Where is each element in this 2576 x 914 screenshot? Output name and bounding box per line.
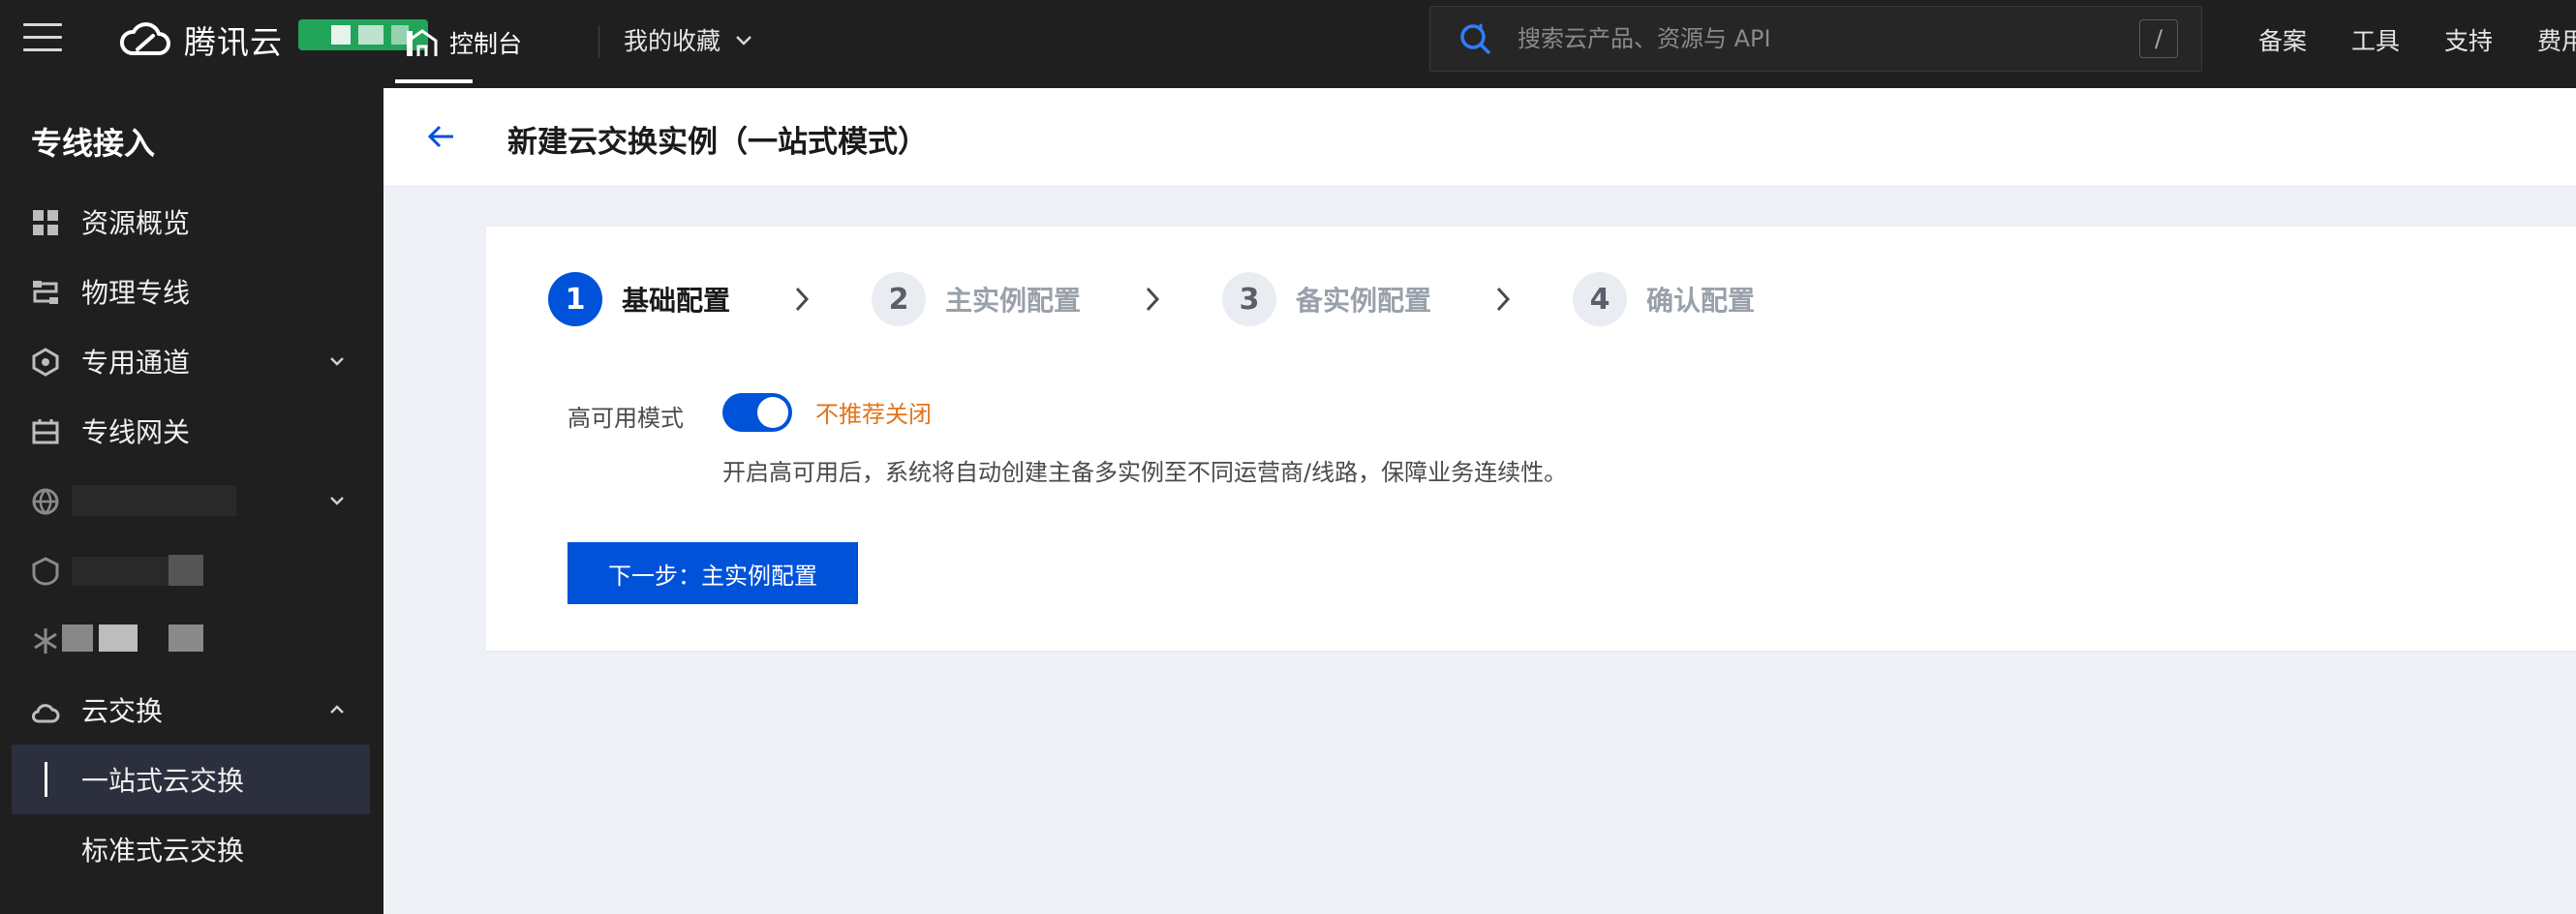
sidebar-item-hidden-1[interactable] xyxy=(12,466,370,535)
tencent-cloud-logo[interactable]: 腾讯云 xyxy=(118,17,283,62)
redacted-label xyxy=(169,625,203,652)
snowflake-icon xyxy=(34,628,57,654)
network-icon xyxy=(33,281,58,304)
sidebar-item-dedicated-tunnel[interactable]: 专用通道 xyxy=(12,326,370,396)
favorites-dropdown[interactable]: 我的收藏 xyxy=(624,0,753,79)
sidebar-item-label: 一站式云交换 xyxy=(81,765,245,797)
sidebar-item-cloud-exchange[interactable]: 云交换 xyxy=(12,675,370,745)
nav-divider xyxy=(598,25,599,58)
form-card: 1 基础配置 2 主实例配置 3 备实例配置 4 确认配置 高可用模式 不推荐关… xyxy=(486,227,2576,651)
sidebar: 专线接入 资源概览 物理专线 专用通道 专线网关 云交换 一站式云交换 标准式云… xyxy=(0,88,383,914)
step-label: 主实例配置 xyxy=(945,285,1082,317)
cloud-icon xyxy=(31,704,60,723)
step-number: 3 xyxy=(1222,272,1277,326)
sidebar-title: 专线接入 xyxy=(31,125,156,162)
next-step-button[interactable]: 下一步：主实例配置 xyxy=(567,542,858,604)
top-link-support[interactable]: 支持 xyxy=(2444,22,2493,57)
sidebar-item-label: 云交换 xyxy=(81,695,164,727)
step-4: 4 确认配置 xyxy=(1573,271,1755,327)
sidebar-item-label: 专用通道 xyxy=(81,347,191,379)
redacted-label xyxy=(62,625,93,652)
redacted-label xyxy=(169,555,203,586)
globe-icon xyxy=(32,488,59,515)
step-number: 2 xyxy=(872,272,927,326)
sidebar-item-label: 物理专线 xyxy=(81,277,191,309)
ha-mode-label: 高可用模式 xyxy=(567,405,684,432)
ha-mode-toggle[interactable] xyxy=(722,393,792,432)
search-icon xyxy=(1460,23,1490,54)
grid-icon xyxy=(33,210,58,235)
chevron-right-icon xyxy=(795,287,810,312)
console-label: 控制台 xyxy=(449,30,523,58)
active-nav-underline xyxy=(395,79,473,83)
step-indicator: 1 基础配置 2 主实例配置 3 备实例配置 4 确认配置 xyxy=(548,271,1755,327)
sidebar-item-gateway[interactable]: 专线网关 xyxy=(12,396,370,466)
chevron-down-icon xyxy=(330,357,344,366)
sidebar-item-overview[interactable]: 资源概览 xyxy=(12,187,370,257)
step-label: 基础配置 xyxy=(622,285,731,317)
chevron-right-icon xyxy=(1146,287,1160,312)
content-header: 新建云交换实例（一站式模式） xyxy=(383,88,2576,187)
toggle-knob xyxy=(757,397,788,428)
top-navigation-bar: 腾讯云 控制台 我的收藏 / 备案 工具 支持 费用 xyxy=(0,0,2576,88)
top-links: 备案 工具 支持 费用 xyxy=(2258,0,2576,79)
sidebar-item-hidden-2[interactable] xyxy=(12,535,370,605)
sidebar-subitem-standard[interactable]: 标准式云交换 xyxy=(12,814,370,884)
search-shortcut-key: / xyxy=(2139,19,2178,58)
top-link-billing[interactable]: 费用 xyxy=(2537,22,2576,57)
shield-icon xyxy=(32,557,59,586)
chevron-down-icon xyxy=(330,497,344,505)
search-input[interactable] xyxy=(1518,19,2139,58)
step-label: 确认配置 xyxy=(1646,285,1756,317)
sidebar-item-label: 资源概览 xyxy=(81,207,191,239)
top-link-filing[interactable]: 备案 xyxy=(2258,22,2307,57)
cloud-logo-icon xyxy=(119,22,170,55)
menu-icon[interactable] xyxy=(23,23,62,54)
top-link-tools[interactable]: 工具 xyxy=(2351,22,2400,57)
ha-description: 开启高可用后，系统将自动创建主备多实例至不同运营商/线路，保障业务连续性。 xyxy=(722,459,1568,486)
redacted-label xyxy=(72,485,236,516)
gateway-icon xyxy=(32,419,59,444)
redacted-label xyxy=(99,625,138,652)
chevron-right-icon xyxy=(1496,287,1511,312)
back-arrow-icon[interactable] xyxy=(422,117,461,156)
step-1: 1 基础配置 xyxy=(548,271,730,327)
sidebar-item-physical-line[interactable]: 物理专线 xyxy=(12,257,370,326)
sidebar-item-label: 标准式云交换 xyxy=(81,835,245,867)
home-icon xyxy=(407,29,438,56)
chevron-up-icon xyxy=(330,705,344,714)
step-label: 备实例配置 xyxy=(1296,285,1432,317)
sidebar-item-hidden-3[interactable] xyxy=(12,605,370,675)
active-indicator xyxy=(45,762,47,797)
sidebar-subitem-one-stop[interactable]: 一站式云交换 xyxy=(12,745,370,814)
step-number: 1 xyxy=(548,272,602,326)
sidebar-item-label: 专线网关 xyxy=(81,416,191,448)
chevron-down-icon xyxy=(736,36,751,46)
step-2: 2 主实例配置 xyxy=(872,271,1081,327)
global-search[interactable]: / xyxy=(1429,6,2202,72)
hexagon-icon xyxy=(32,348,59,377)
redacted-label xyxy=(72,557,169,586)
logo-text: 腾讯云 xyxy=(184,23,283,61)
page-title: 新建云交换实例（一站式模式） xyxy=(507,125,928,160)
console-nav[interactable]: 控制台 xyxy=(395,0,532,85)
favorites-label: 我的收藏 xyxy=(624,27,721,55)
ha-warning-text: 不推荐关闭 xyxy=(815,401,932,428)
step-3: 3 备实例配置 xyxy=(1222,271,1431,327)
step-number: 4 xyxy=(1573,272,1628,326)
